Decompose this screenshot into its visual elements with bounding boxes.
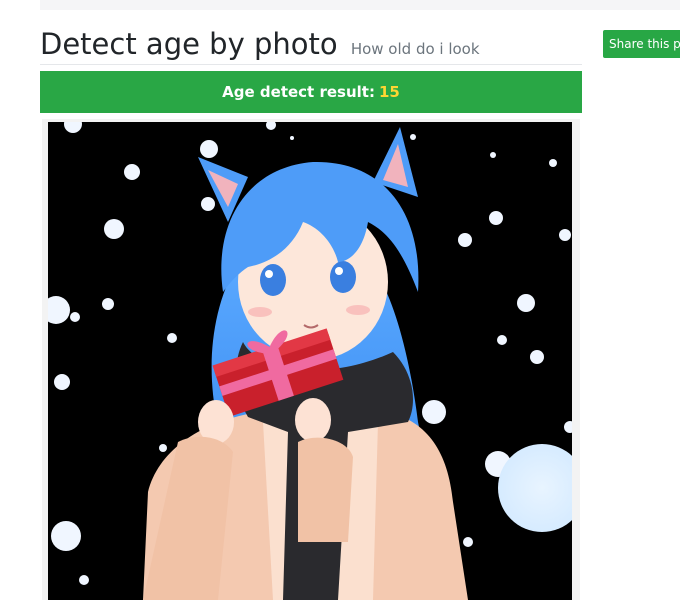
title-divider (40, 64, 582, 65)
uploaded-photo (48, 122, 572, 600)
share-button[interactable]: Share this pag (603, 30, 680, 58)
age-result-banner: Age detect result: 15 (40, 71, 582, 113)
uploaded-photo-frame (42, 119, 580, 600)
page-subtitle: How old do i look (350, 40, 480, 58)
result-label: Age detect result: (222, 83, 375, 101)
top-nav-strip (40, 0, 680, 10)
page-title-text: Detect age by photo (40, 27, 338, 61)
result-age-value: 15 (378, 83, 400, 101)
